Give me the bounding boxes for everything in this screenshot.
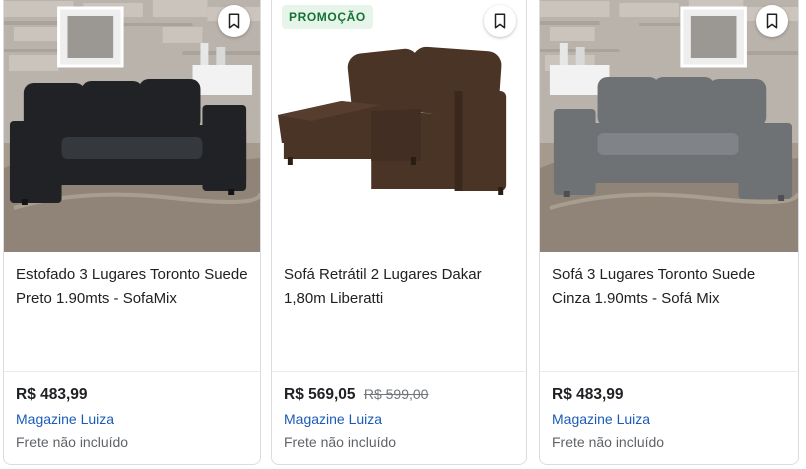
bookmark-outline-icon bbox=[494, 13, 506, 29]
product-price: R$ 483,99 bbox=[16, 386, 88, 403]
price-row: R$ 569,05 R$ 599,00 bbox=[284, 386, 428, 404]
bookmark-outline-icon bbox=[766, 13, 778, 29]
original-price: R$ 599,00 bbox=[363, 386, 429, 402]
bookmark-outline-icon bbox=[228, 13, 240, 29]
product-title[interactable]: Sofá Retrátil 2 Lugares Dakar 1,80m Libe… bbox=[284, 263, 516, 311]
bookmark-button[interactable] bbox=[484, 5, 516, 37]
product-card[interactable]: PROMOÇÃO Sofá Retrátil 2 Lugares Dakar 1… bbox=[271, 0, 527, 465]
divider bbox=[540, 371, 798, 372]
product-image[interactable] bbox=[540, 0, 798, 252]
store-link[interactable]: Magazine Luiza bbox=[552, 411, 650, 427]
product-title[interactable]: Sofá 3 Lugares Toronto Suede Cinza 1.90m… bbox=[552, 263, 788, 311]
product-image[interactable] bbox=[272, 0, 526, 252]
bookmark-button[interactable] bbox=[218, 5, 250, 37]
divider bbox=[272, 371, 526, 372]
product-image[interactable] bbox=[4, 0, 260, 252]
product-title[interactable]: Estofado 3 Lugares Toronto Suede Preto 1… bbox=[16, 263, 250, 311]
price-row: R$ 483,99 bbox=[16, 386, 88, 404]
product-price: R$ 483,99 bbox=[552, 386, 624, 403]
bookmark-button[interactable] bbox=[756, 5, 788, 37]
divider bbox=[4, 371, 260, 372]
store-link[interactable]: Magazine Luiza bbox=[284, 411, 382, 427]
shipping-info: Frete não incluído bbox=[284, 434, 397, 450]
product-price: R$ 569,05 bbox=[284, 386, 356, 403]
product-card[interactable]: Sofá 3 Lugares Toronto Suede Cinza 1.90m… bbox=[539, 0, 799, 465]
shipping-info: Frete não incluído bbox=[552, 434, 665, 450]
product-card[interactable]: Estofado 3 Lugares Toronto Suede Preto 1… bbox=[3, 0, 261, 465]
shipping-info: Frete não incluído bbox=[16, 434, 129, 450]
store-link[interactable]: Magazine Luiza bbox=[16, 411, 114, 427]
price-row: R$ 483,99 bbox=[552, 386, 624, 404]
promotion-badge: PROMOÇÃO bbox=[282, 5, 373, 29]
